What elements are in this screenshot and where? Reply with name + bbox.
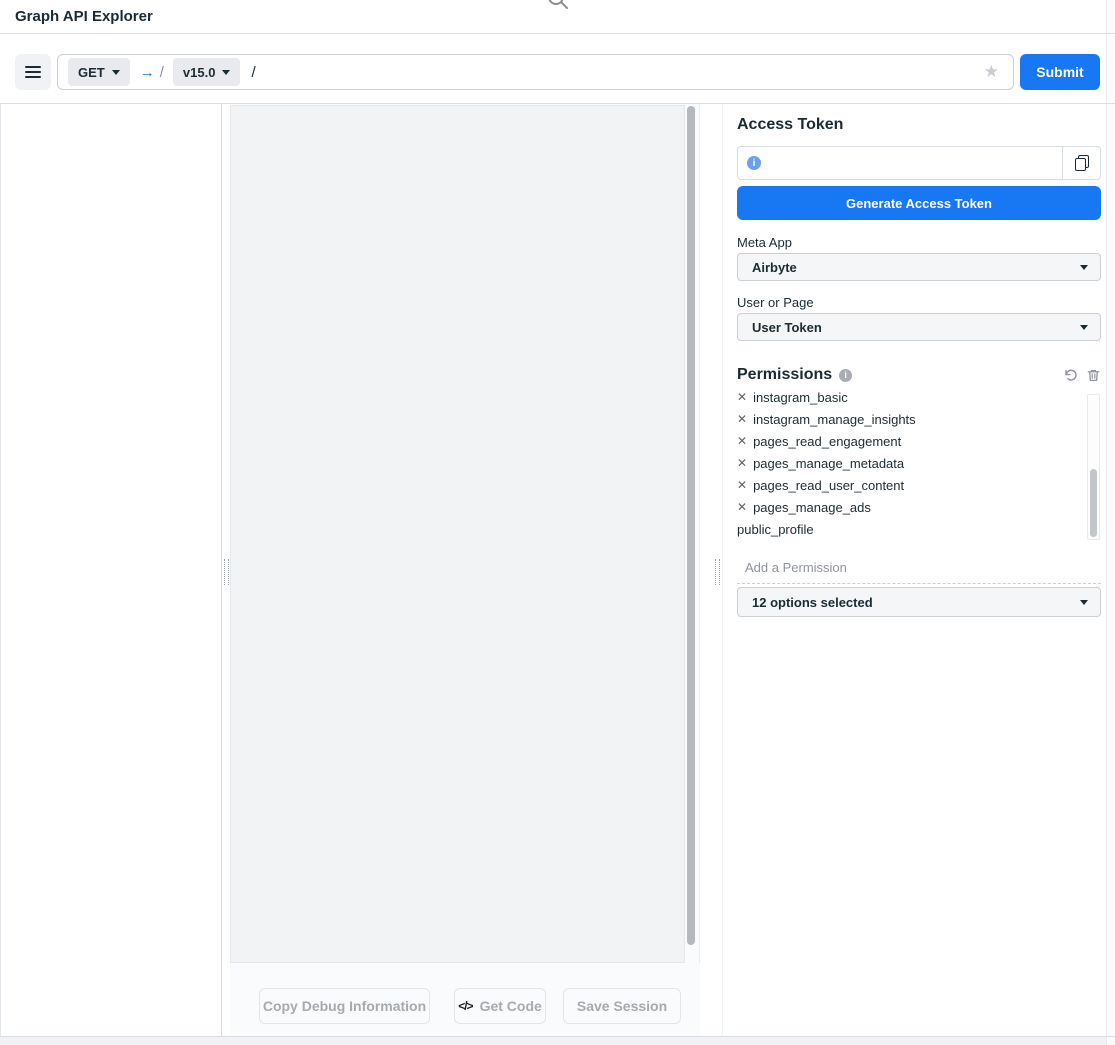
left-resize-handle[interactable] [224, 559, 229, 585]
page-scrollbar[interactable] [1106, 0, 1115, 1045]
trash-icon[interactable] [1086, 368, 1101, 383]
remove-permission-icon[interactable]: ✕ [737, 501, 747, 513]
permission-label: pages_read_engagement [753, 434, 901, 449]
graph-api-explorer-app: Graph API Explorer GET → / v15.0 / ★ Su [0, 0, 1115, 1045]
permission-row: public_profile [737, 518, 1085, 540]
version-label: v15.0 [183, 65, 216, 80]
chevron-down-icon [1080, 325, 1088, 330]
page-background-strip [0, 1037, 1115, 1045]
copy-debug-button[interactable]: Copy Debug Information [259, 988, 430, 1024]
remove-permission-icon[interactable]: ✕ [737, 479, 747, 491]
info-icon[interactable]: i [747, 156, 761, 170]
permission-row: ✕ pages_manage_metadata [737, 452, 1085, 474]
permission-row: ✕ pages_read_engagement [737, 430, 1085, 452]
response-column: Copy Debug Information </> Get Code Save… [230, 104, 700, 1036]
chevron-down-icon [222, 70, 230, 75]
save-session-button[interactable]: Save Session [563, 988, 681, 1024]
app-header: Graph API Explorer [0, 0, 1115, 33]
method-dropdown[interactable]: GET [68, 58, 130, 86]
remove-permission-icon[interactable]: ✕ [737, 391, 747, 403]
request-bar: GET → / v15.0 / ★ [57, 54, 1014, 90]
permission-label: public_profile [737, 522, 814, 537]
permission-row: ✕ instagram_basic [737, 390, 1085, 408]
access-token-input[interactable] [761, 147, 1062, 179]
field-tree-panel [0, 104, 222, 1036]
permission-row: ✕ pages_read_user_content [737, 474, 1085, 496]
chevron-down-icon [112, 70, 120, 75]
access-token-panel: Access Token i Generate Access Token Met… [722, 104, 1106, 1036]
content-bottom-divider [0, 1036, 1115, 1037]
permissions-scrollbar[interactable] [1090, 469, 1097, 537]
menu-button[interactable] [15, 54, 51, 90]
chevron-down-icon [1080, 600, 1088, 605]
code-icon: </> [458, 999, 472, 1013]
meta-app-select[interactable]: Airbyte [737, 253, 1101, 281]
permission-label: instagram_manage_insights [753, 412, 916, 427]
version-dropdown[interactable]: v15.0 [173, 58, 241, 86]
remove-permission-icon[interactable]: ✕ [737, 435, 747, 447]
user-or-page-label: User or Page [737, 295, 814, 310]
page-title: Graph API Explorer [15, 8, 153, 25]
add-permission-input[interactable] [737, 556, 1101, 584]
access-token-heading: Access Token [737, 116, 843, 134]
permission-label: pages_read_user_content [753, 478, 904, 493]
meta-app-label: Meta App [737, 235, 792, 250]
info-icon[interactable]: i [839, 369, 852, 382]
remove-permission-icon[interactable]: ✕ [737, 413, 747, 425]
star-icon[interactable]: ★ [984, 62, 999, 82]
search-icon[interactable] [546, 0, 570, 11]
toolbar-divider [0, 103, 1115, 104]
hamburger-icon [25, 66, 41, 78]
right-resize-handle[interactable] [715, 559, 720, 585]
undo-icon[interactable] [1063, 368, 1078, 383]
response-area [230, 105, 685, 963]
copy-token-button[interactable] [1062, 147, 1100, 179]
permissions-heading: Permissions [737, 366, 832, 384]
permission-label: pages_manage_ads [753, 500, 871, 515]
permission-label: pages_manage_metadata [753, 456, 904, 471]
generate-access-token-button[interactable]: Generate Access Token [737, 186, 1101, 220]
header-divider [0, 33, 1115, 34]
method-label: GET [78, 65, 105, 80]
request-toolbar: GET → / v15.0 / ★ Submit [0, 34, 1115, 103]
user-or-page-select[interactable]: User Token [737, 313, 1101, 341]
path-input[interactable]: / [251, 64, 255, 81]
path-root-slash: / [160, 64, 164, 81]
permission-row: ✕ instagram_manage_insights [737, 408, 1085, 430]
permissions-list: ✕ instagram_basic ✕ instagram_manage_ins… [737, 390, 1085, 541]
permissions-header: Permissions i [737, 366, 1101, 384]
chevron-down-icon [1080, 265, 1088, 270]
access-token-field-group: i [737, 146, 1101, 180]
permission-label: instagram_basic [753, 390, 848, 405]
arrow-right-icon: → [140, 64, 155, 81]
session-footer: Copy Debug Information </> Get Code Save… [230, 963, 700, 1036]
submit-button[interactable]: Submit [1020, 54, 1100, 90]
permission-row: ✕ pages_manage_ads [737, 496, 1085, 518]
get-code-button[interactable]: </> Get Code [454, 988, 546, 1024]
permissions-scrollbar-track [1087, 394, 1100, 540]
copy-icon [1075, 155, 1089, 171]
remove-permission-icon[interactable]: ✕ [737, 457, 747, 469]
response-scrollbar[interactable] [687, 106, 695, 945]
permissions-options-select[interactable]: 12 options selected [737, 587, 1101, 617]
